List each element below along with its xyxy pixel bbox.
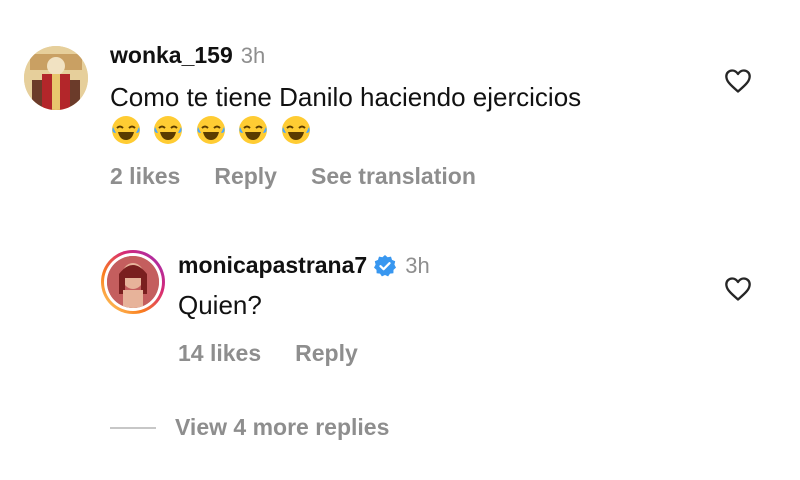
reply-like-button[interactable] [724,276,752,307]
comment-reply-button[interactable]: Reply [214,163,277,190]
avatar-image [107,256,159,308]
heart-icon [725,69,751,93]
see-translation-button[interactable]: See translation [311,163,476,190]
reply-header: monicapastrana7 3h [178,252,430,279]
comment-like-button[interactable] [724,68,752,99]
view-more-replies-button[interactable]: View 4 more replies [175,414,389,441]
avatar-monica-story-ring[interactable] [101,250,165,314]
laughing-tears-emoji [154,116,183,144]
reply-username[interactable]: monicapastrana7 [178,252,367,279]
verified-badge-icon [374,254,397,276]
avatar-monica [107,256,159,308]
comment-actions: 2 likes Reply See translation [110,163,476,190]
avatar-wonka[interactable] [24,46,88,110]
comment-time: 3h [240,42,266,68]
heart-icon [725,277,751,301]
reply-time: 3h [405,252,430,278]
view-replies-divider [110,427,156,429]
laughing-tears-emoji [112,116,140,144]
avatar-image [24,46,88,110]
laughing-tears-emoji [239,116,268,144]
laughing-tears-emoji [196,116,225,144]
comment-username[interactable]: wonka_159 [110,42,233,69]
laughing-tears-emoji [281,116,310,144]
comment-text: Como te tiene Danilo haciendo ejercicios [110,82,582,112]
reply-text: Quien? [178,290,262,320]
comment-emojis [110,114,318,146]
reply-likes-count[interactable]: 14 likes [178,340,261,367]
reply-reply-button[interactable]: Reply [295,340,358,367]
reply-actions: 14 likes Reply [178,340,358,367]
comment-likes-count[interactable]: 2 likes [110,163,180,190]
comment-header: wonka_159 3h [110,42,265,69]
